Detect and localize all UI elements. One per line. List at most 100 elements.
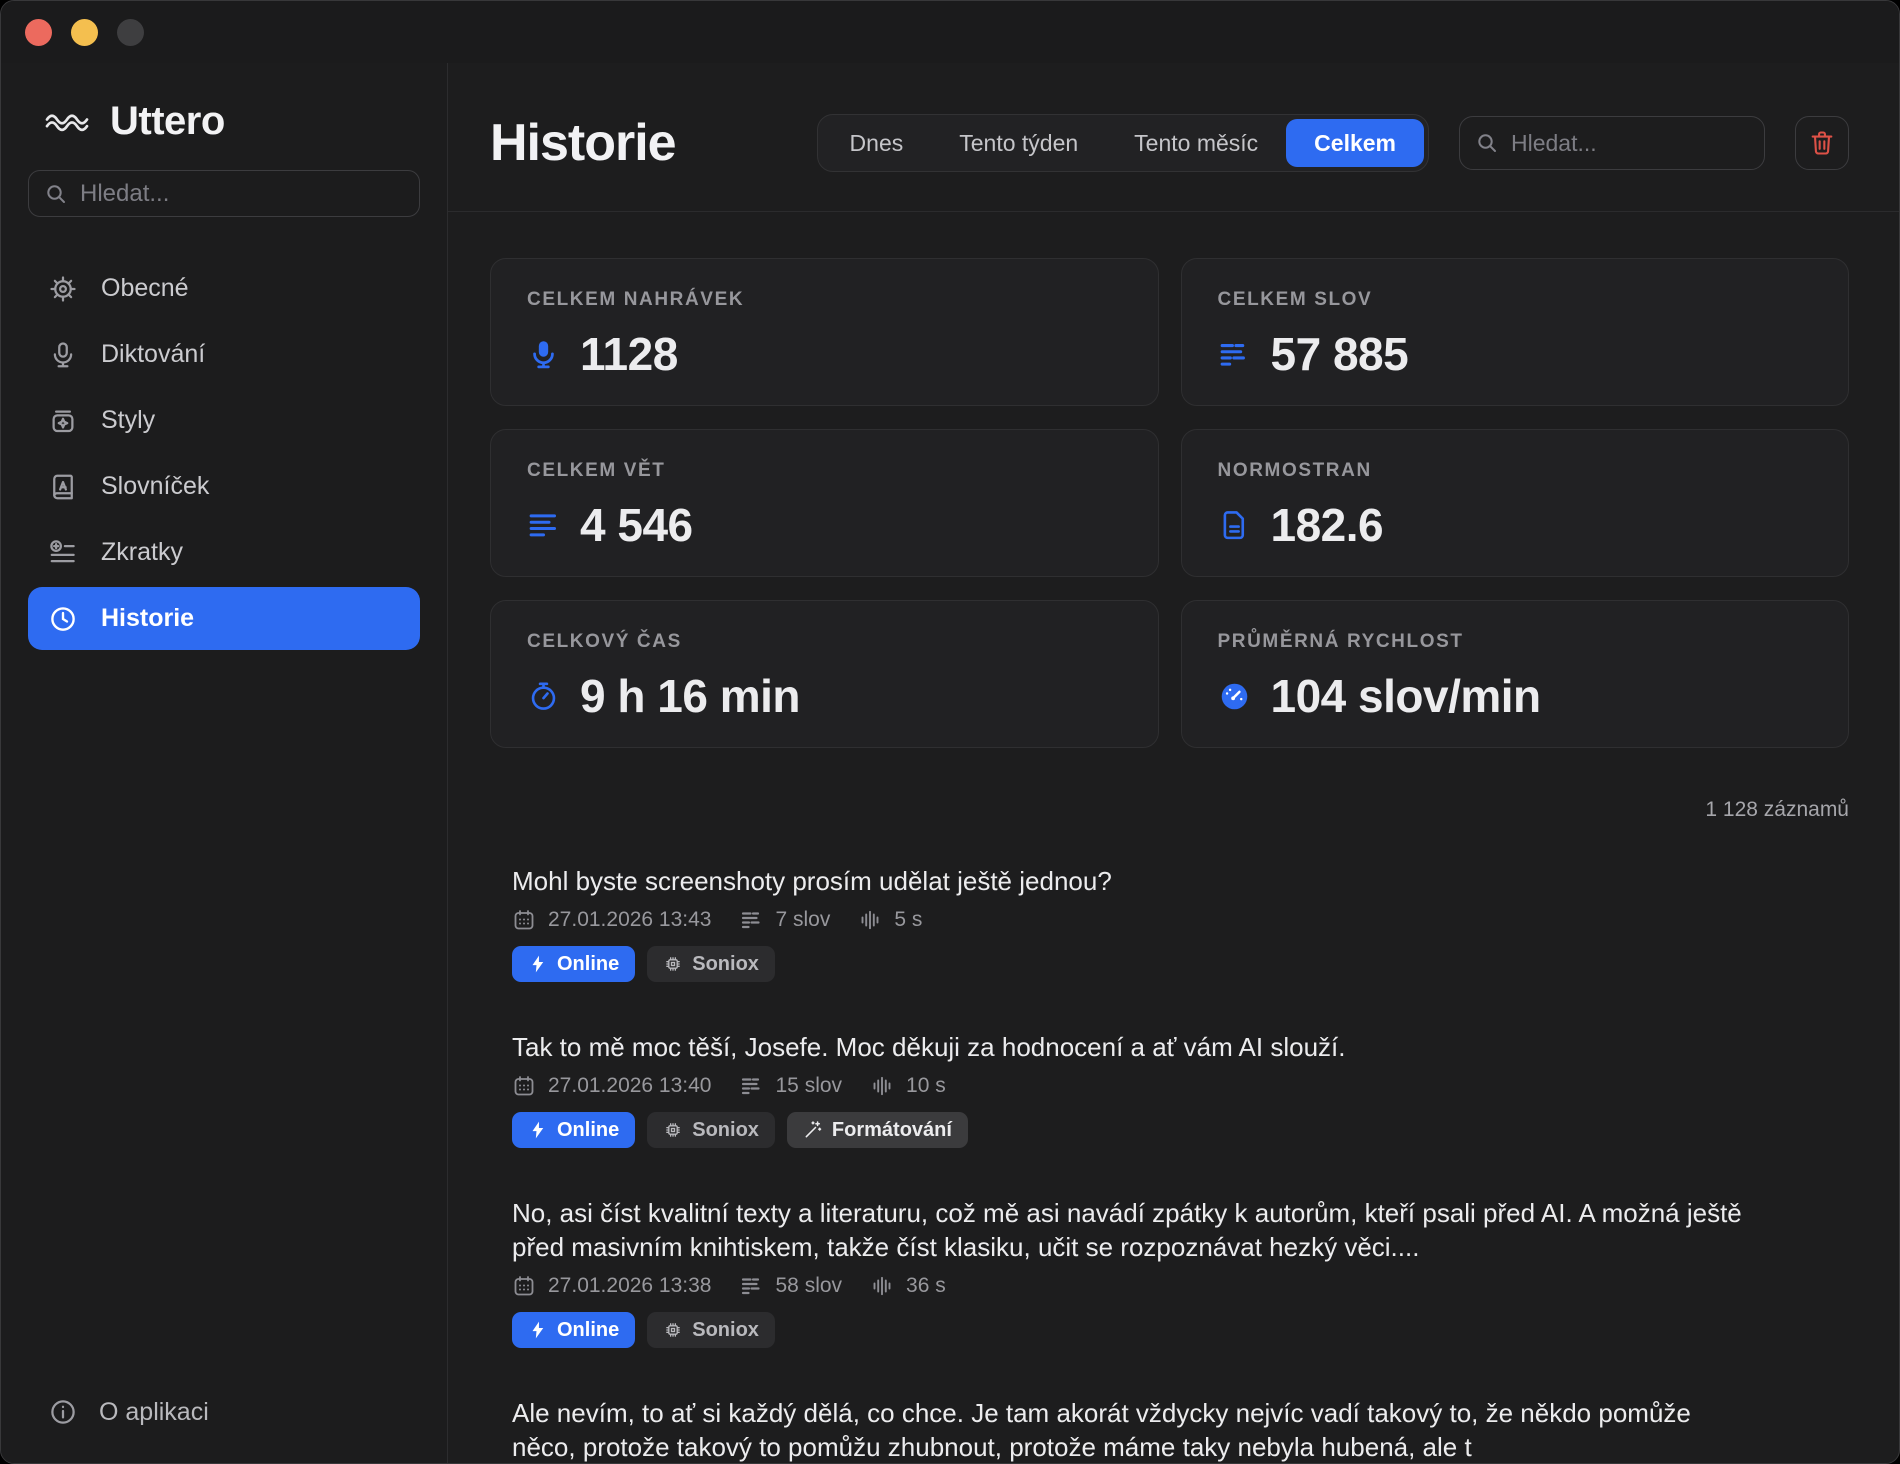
badge-online: Online <box>512 1312 635 1348</box>
close-button[interactable] <box>25 19 52 46</box>
info-icon <box>48 1397 78 1427</box>
entry-meta: 27.01.2026 13:40 15 slov 10 s <box>512 1074 1849 1098</box>
waveform-icon <box>870 1074 894 1098</box>
traffic-lights <box>25 19 144 46</box>
history-search[interactable] <box>1459 116 1765 170</box>
entry-meta: 27.01.2026 13:38 58 slov 36 s <box>512 1274 1849 1298</box>
sidebar-item-label: Historie <box>101 604 194 633</box>
filter-dnes[interactable]: Dnes <box>822 119 932 167</box>
search-icon <box>1475 131 1499 155</box>
about-app-button[interactable]: O aplikaci <box>28 1397 420 1427</box>
sparkle-card-icon <box>48 406 78 436</box>
word-lines-icon <box>740 1074 764 1098</box>
sidebar-search[interactable] <box>28 170 420 217</box>
word-lines-icon <box>740 908 764 932</box>
entry-text: Mohl byste screenshoty prosím udělat ješ… <box>512 864 1742 898</box>
badge-soniox: Soniox <box>647 1312 775 1348</box>
time-filter-segmented-control: Dnes Tento týden Tento měsíc Celkem <box>817 114 1429 172</box>
entry-text: Ale nevím, to ať si každý dělá, co chce.… <box>512 1396 1742 1463</box>
page-header: Historie Dnes Tento týden Tento měsíc Ce… <box>448 113 1899 212</box>
titlebar <box>1 1 1899 63</box>
entry-date: 27.01.2026 13:43 <box>548 908 712 932</box>
sidebar-item-label: Zkratky <box>101 538 183 567</box>
entry-duration: 10 s <box>906 1074 946 1098</box>
document-icon <box>1218 509 1251 542</box>
filter-tento-tyden[interactable]: Tento týden <box>931 119 1106 167</box>
bolt-icon <box>528 954 548 974</box>
history-entry[interactable]: Ale nevím, to ať si každý dělá, co chce.… <box>512 1396 1849 1463</box>
calendar-icon <box>512 1074 536 1098</box>
entry-date: 27.01.2026 13:38 <box>548 1274 712 1298</box>
entry-words: 7 slov <box>776 908 831 932</box>
entry-date: 27.01.2026 13:40 <box>548 1074 712 1098</box>
trash-icon <box>1808 129 1836 157</box>
badge-soniox: Soniox <box>647 946 775 982</box>
entry-meta: 27.01.2026 13:43 7 slov 5 s <box>512 908 1849 932</box>
word-lines-icon <box>1218 338 1251 371</box>
sidebar-search-input[interactable] <box>80 180 404 208</box>
minimize-button[interactable] <box>71 19 98 46</box>
badge-online: Online <box>512 1112 635 1148</box>
records-count: 1 128 záznamů <box>490 798 1849 822</box>
entry-duration: 5 s <box>894 908 922 932</box>
history-entry[interactable]: Mohl byste screenshoty prosím udělat ješ… <box>512 864 1849 982</box>
stat-label: CELKEM NAHRÁVEK <box>527 289 1122 311</box>
stat-card-normostran: NORMOSTRAN 182.6 <box>1181 429 1850 577</box>
stat-label: PRŮMĚRNÁ RYCHLOST <box>1218 631 1813 653</box>
filter-celkem[interactable]: Celkem <box>1286 119 1424 167</box>
chip-icon <box>663 954 683 974</box>
sidebar-item-label: Obecné <box>101 274 189 303</box>
stat-label: NORMOSTRAN <box>1218 460 1813 482</box>
bolt-icon <box>528 1320 548 1340</box>
stat-card-celkem-vet: CELKEM VĚT 4 546 <box>490 429 1159 577</box>
gear-icon <box>48 274 78 304</box>
stat-value: 1128 <box>580 327 678 381</box>
stat-value: 104 slov/min <box>1271 669 1541 723</box>
stat-value: 9 h 16 min <box>580 669 800 723</box>
history-entry[interactable]: Tak to mě moc těší, Josefe. Moc děkuji z… <box>512 1030 1849 1148</box>
align-left-icon <box>527 509 560 542</box>
filter-tento-mesic[interactable]: Tento měsíc <box>1106 119 1286 167</box>
stat-card-celkovy-cas: CELKOVÝ ČAS 9 h 16 min <box>490 600 1159 748</box>
word-lines-icon <box>740 1274 764 1298</box>
history-content: CELKEM NAHRÁVEK 1128 CELKEM SLOV 57 885 <box>448 212 1899 1463</box>
stat-card-prumerna-rychlost: PRŮMĚRNÁ RYCHLOST 104 slov/min <box>1181 600 1850 748</box>
stat-value: 57 885 <box>1271 327 1409 381</box>
entry-badges: Online Soniox Formátování <box>512 1112 1849 1148</box>
stat-value: 182.6 <box>1271 498 1384 552</box>
sidebar-item-obecne[interactable]: Obecné <box>28 257 420 320</box>
stat-label: CELKOVÝ ČAS <box>527 631 1122 653</box>
main-panel: Historie Dnes Tento týden Tento měsíc Ce… <box>448 63 1899 1463</box>
entry-badges: Online Soniox <box>512 946 1849 982</box>
sidebar-item-slovnicek[interactable]: Slovníček <box>28 455 420 518</box>
list-plus-icon <box>48 538 78 568</box>
wand-icon <box>803 1120 823 1140</box>
delete-history-button[interactable] <box>1795 116 1849 170</box>
calendar-icon <box>512 908 536 932</box>
sidebar-nav: Obecné Diktování Styly Slovníček Zkratky <box>28 257 420 650</box>
wave-logo-icon <box>42 102 92 142</box>
sidebar-item-zkratky[interactable]: Zkratky <box>28 521 420 584</box>
history-search-input[interactable] <box>1511 130 1749 157</box>
stat-value: 4 546 <box>580 498 693 552</box>
history-list: Mohl byste screenshoty prosím udělat ješ… <box>490 864 1849 1463</box>
badge-formatovani: Formátování <box>787 1112 968 1148</box>
chip-icon <box>663 1120 683 1140</box>
app-name: Uttero <box>110 99 225 144</box>
entry-text: Tak to mě moc těší, Josefe. Moc děkuji z… <box>512 1030 1742 1064</box>
app-window: Uttero Obecné Diktování Styly <box>0 0 1900 1464</box>
sidebar-item-historie[interactable]: Historie <box>28 587 420 650</box>
sidebar-item-diktovani[interactable]: Diktování <box>28 323 420 386</box>
history-entry[interactable]: No, asi číst kvalitní texty a literaturu… <box>512 1196 1849 1348</box>
badge-soniox: Soniox <box>647 1112 775 1148</box>
badge-online: Online <box>512 946 635 982</box>
sidebar-item-styly[interactable]: Styly <box>28 389 420 452</box>
timer-icon <box>527 680 560 713</box>
app-logo: Uttero <box>28 99 420 144</box>
stat-card-celkem-slov: CELKEM SLOV 57 885 <box>1181 258 1850 406</box>
zoom-button[interactable] <box>117 19 144 46</box>
sidebar: Uttero Obecné Diktování Styly <box>1 63 448 1463</box>
sidebar-item-label: Slovníček <box>101 472 209 501</box>
entry-words: 15 slov <box>776 1074 843 1098</box>
calendar-icon <box>512 1274 536 1298</box>
